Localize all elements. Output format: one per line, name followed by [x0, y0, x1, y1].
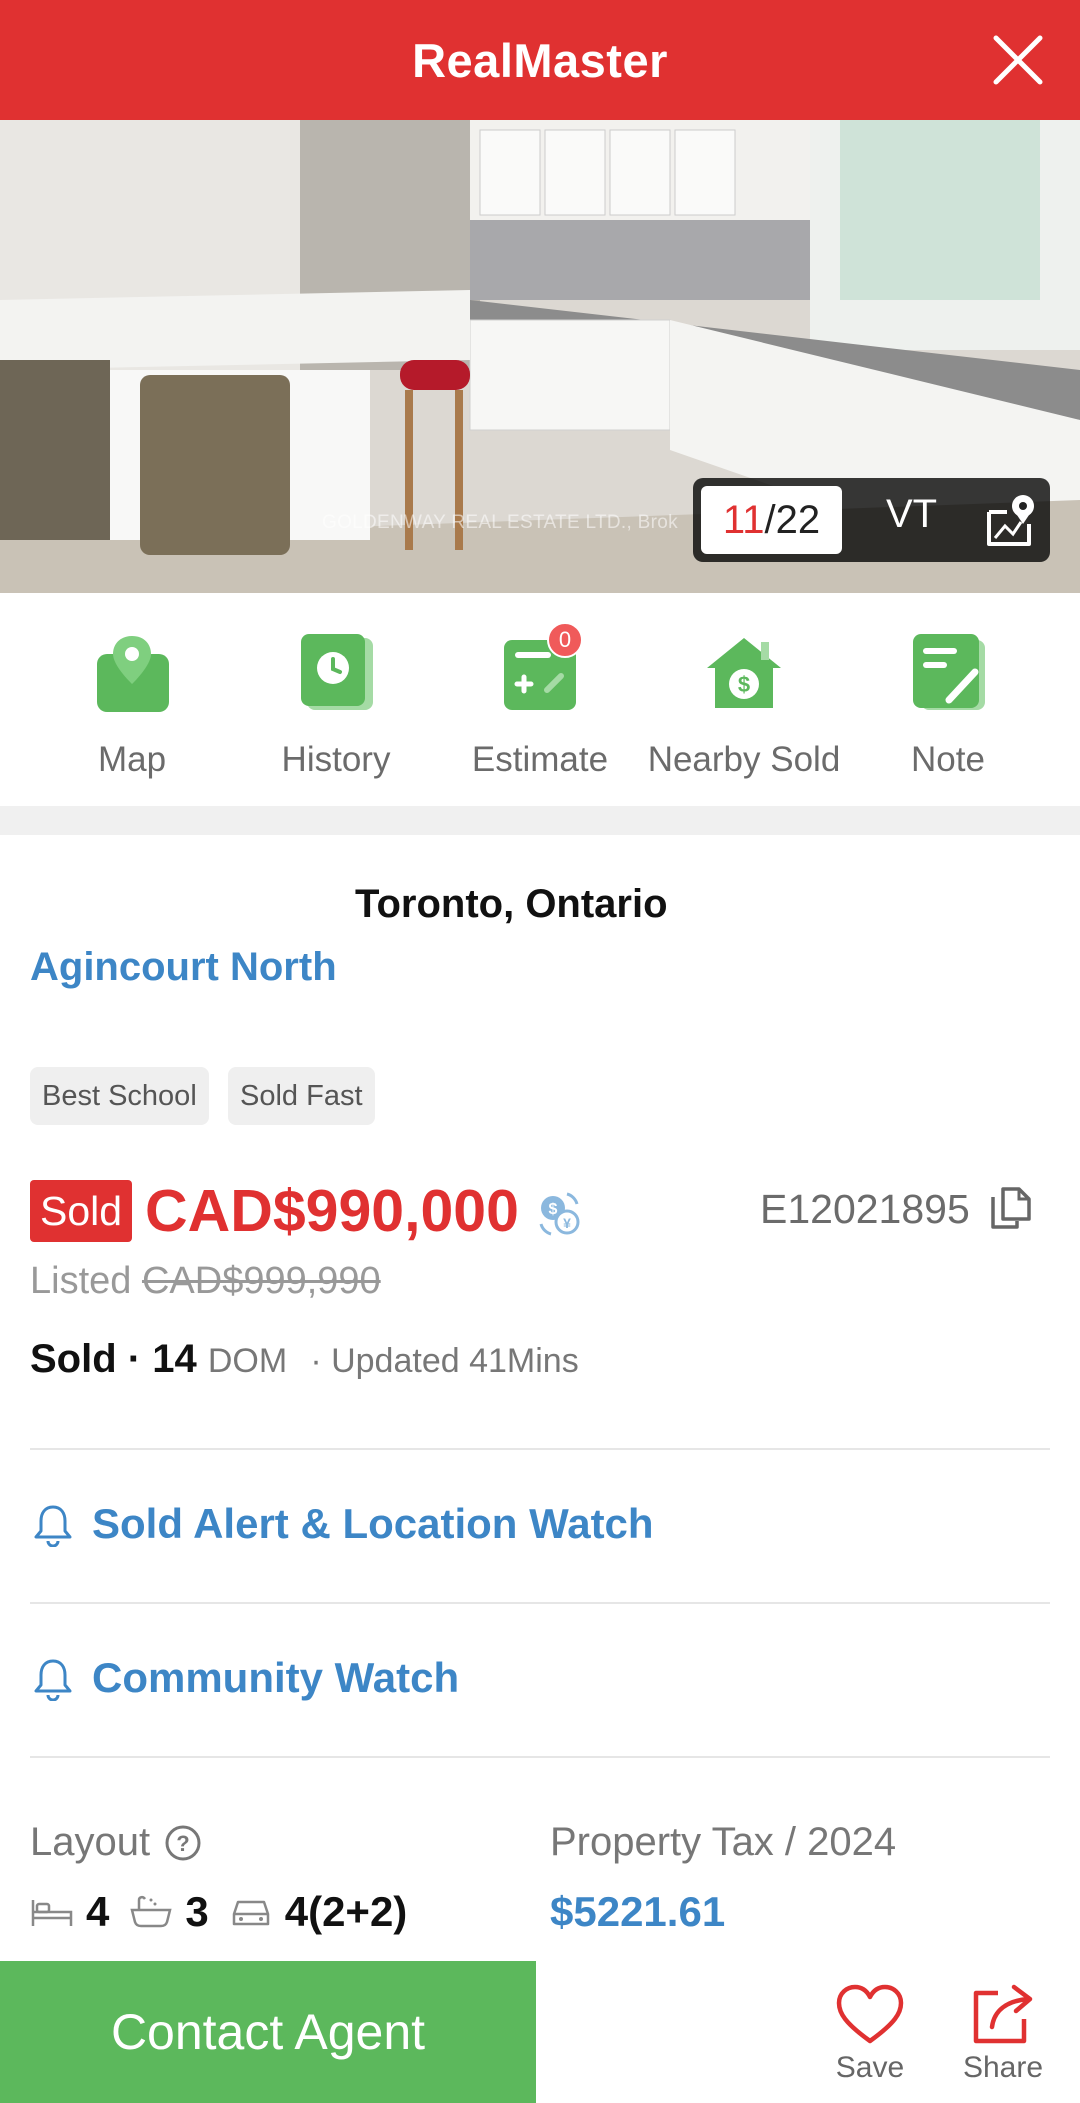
action-label: Map [97, 740, 167, 779]
app-header: RealMaster [0, 0, 1080, 120]
divider [30, 1602, 1050, 1604]
property-tax-value: $5221.61 [550, 1888, 726, 1935]
contact-agent-button[interactable]: Contact Agent [0, 1961, 536, 2103]
photo-current: 11 [722, 497, 765, 542]
bathroom-count: 3 [185, 1888, 209, 1935]
section-divider [0, 806, 1080, 835]
help-icon[interactable]: ? [164, 1824, 202, 1862]
bedroom-count: 4 [86, 1888, 110, 1935]
note-pencil-icon [903, 628, 993, 718]
share-label: Share [962, 2051, 1044, 2084]
dom-value: 14 [152, 1337, 197, 1381]
photo-counter[interactable]: 11/22 [701, 486, 842, 554]
dom-label: DOM [207, 1342, 288, 1380]
currency-exchange-icon[interactable]: $ ¥ [535, 1190, 583, 1238]
action-map[interactable]: Map [30, 628, 234, 780]
mls-number: E12021895 [760, 1186, 970, 1232]
sold-price: CAD$990,000 [145, 1178, 519, 1244]
share-icon [973, 1984, 1033, 2044]
bed-icon [31, 1900, 73, 1926]
sold-alert-label: Sold Alert & Location Watch [92, 1500, 654, 1547]
action-label: Estimate [471, 740, 609, 779]
listed-price-line: Listed CAD$999,990 [30, 1260, 381, 1303]
action-history[interactable]: History [234, 628, 438, 780]
bathtub-icon [130, 1895, 172, 1928]
divider [30, 1756, 1050, 1758]
community-watch-label: Community Watch [92, 1654, 460, 1701]
tag-sold-fast: Sold Fast [228, 1067, 375, 1125]
action-label: History [281, 740, 391, 779]
calculator-icon: 0 [495, 622, 585, 718]
action-bar: Map History 0 Estimate $ Nearby Sold Not… [0, 593, 1080, 806]
bell-icon [34, 1505, 72, 1547]
community-link[interactable]: Agincourt North [30, 945, 337, 990]
action-note[interactable]: Note [846, 628, 1050, 780]
svg-text:?: ? [176, 1831, 189, 1856]
svg-text:$: $ [549, 1201, 558, 1218]
listing-city: Toronto, Ontario [355, 882, 668, 926]
bottom-bar: Contact Agent Save Share [0, 1961, 1080, 2103]
action-nearby-sold[interactable]: $ Nearby Sold [642, 628, 846, 780]
tag-best-school: Best School [30, 1067, 209, 1125]
share-button[interactable]: Share [953, 1983, 1053, 2085]
community-watch-button[interactable]: Community Watch [30, 1654, 459, 1702]
app-title: RealMaster [412, 33, 668, 87]
car-icon [232, 1900, 269, 1926]
house-dollar-icon: $ [699, 628, 789, 718]
divider [30, 1448, 1050, 1450]
estimate-badge: 0 [547, 622, 583, 658]
photo-total: 22 [775, 497, 821, 542]
sold-alert-watch-button[interactable]: Sold Alert & Location Watch [30, 1500, 654, 1548]
map-icon [87, 628, 177, 718]
bell-icon [34, 1659, 72, 1701]
listed-label: Listed [30, 1260, 132, 1302]
layout-heading: Layout ? [30, 1820, 202, 1865]
listed-price: CAD$999,990 [141, 1260, 381, 1302]
save-button[interactable]: Save [820, 1983, 920, 2085]
svg-text:¥: ¥ [563, 1215, 571, 1231]
close-icon[interactable] [984, 26, 1052, 94]
layout-label: Layout [30, 1820, 151, 1864]
gallery-toolbar: 11/22 VT [693, 478, 1050, 562]
parking-count: 4(2+2) [284, 1888, 408, 1935]
save-label: Save [835, 2051, 905, 2084]
map-pin-icon[interactable] [983, 490, 1039, 550]
listing-photo[interactable]: GOLDENWAY REAL ESTATE LTD., Brok 11/22 V… [0, 120, 1080, 593]
room-summary: 4 3 4(2+2) [30, 1888, 427, 1936]
copy-icon[interactable] [989, 1185, 1033, 1231]
virtual-tour-button[interactable]: VT [886, 492, 937, 537]
photo-separator: / [764, 497, 776, 542]
updated-text: · Updated 41Mins [310, 1342, 579, 1380]
status-line: Sold · 14 DOM · Updated 41Mins [30, 1337, 579, 1382]
status-text: Sold [30, 1337, 117, 1381]
svg-text:$: $ [738, 672, 750, 697]
status-dot: · [127, 1337, 142, 1381]
photo-watermark: GOLDENWAY REAL ESTATE LTD., Brok [322, 512, 678, 533]
property-tax-label: Property Tax / 2024 [550, 1820, 897, 1864]
history-clock-icon [291, 628, 381, 718]
action-label: Nearby Sold [647, 740, 841, 779]
sold-badge: Sold [30, 1180, 133, 1242]
action-label: Note [911, 740, 985, 779]
action-estimate[interactable]: 0 Estimate [438, 622, 642, 780]
heart-icon [836, 1984, 904, 2044]
